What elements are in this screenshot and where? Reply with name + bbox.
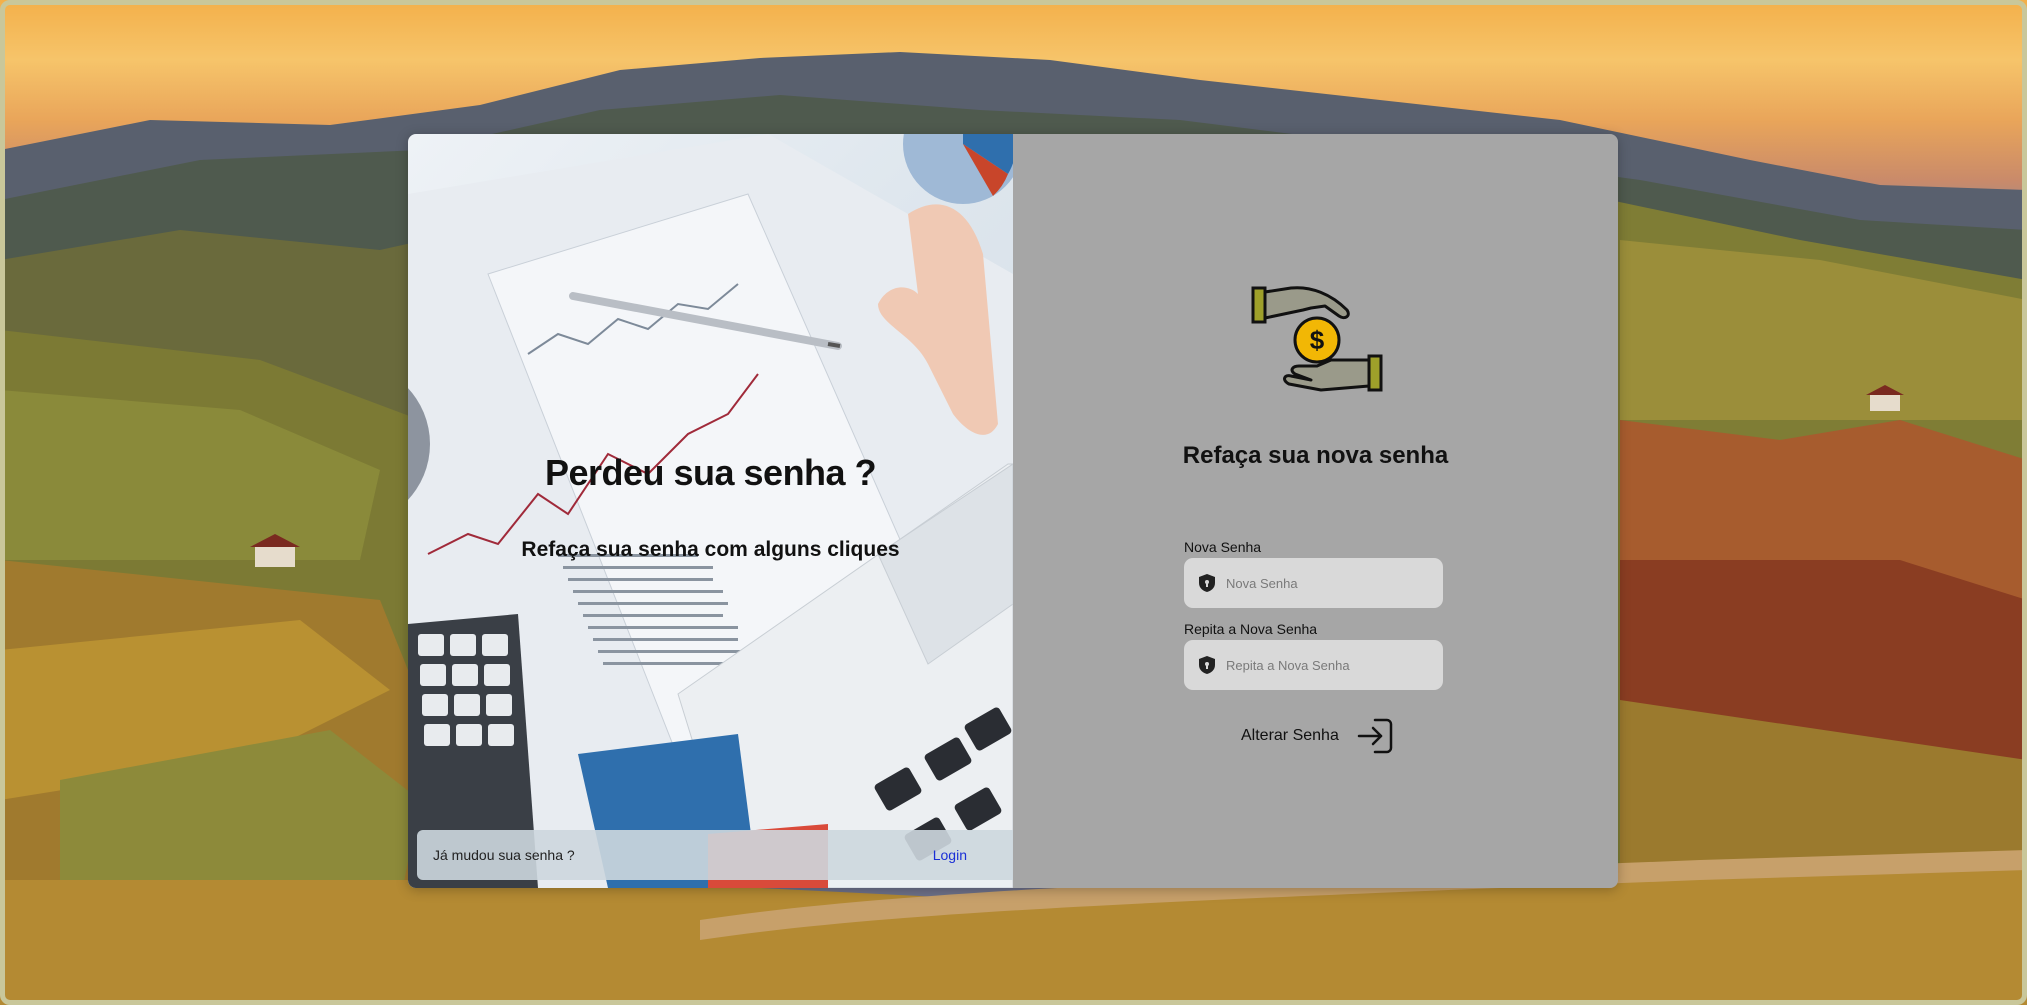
shield-icon bbox=[1199, 656, 1215, 674]
shield-icon bbox=[1199, 574, 1215, 592]
change-password-button[interactable]: Alterar Senha bbox=[1241, 718, 1393, 754]
new-password-input[interactable] bbox=[1226, 575, 1443, 591]
repeat-password-label: Repita a Nova Senha bbox=[1184, 621, 1318, 637]
repeat-password-field[interactable] bbox=[1184, 640, 1443, 690]
financial-documents-photo bbox=[408, 134, 1013, 888]
new-password-label: Nova Senha bbox=[1184, 539, 1262, 555]
left-panel: Perdeu sua senha ? Refaça sua senha com … bbox=[408, 134, 1013, 888]
repeat-password-input[interactable] bbox=[1226, 657, 1443, 673]
new-password-field[interactable] bbox=[1184, 558, 1443, 608]
login-footer: Já mudou sua senha ? Login bbox=[417, 830, 1013, 880]
reset-password-card: Perdeu sua senha ? Refaça sua senha com … bbox=[408, 134, 1618, 888]
right-title: Refaça sua nova senha bbox=[1182, 442, 1449, 469]
change-password-label: Alterar Senha bbox=[1241, 727, 1339, 744]
hand-coin-icon: $ bbox=[1251, 286, 1383, 392]
sign-in-icon bbox=[1357, 718, 1393, 754]
left-title: Perdeu sua senha ? bbox=[544, 452, 877, 493]
svg-text:$: $ bbox=[1310, 325, 1325, 355]
login-link[interactable]: Login bbox=[933, 847, 967, 863]
footer-question: Já mudou sua senha ? bbox=[433, 847, 575, 863]
left-subtitle: Refaça sua senha com alguns cliques bbox=[521, 538, 900, 561]
right-panel: $ Refaça sua nova senha Nova Senha Repit… bbox=[1013, 134, 1618, 888]
